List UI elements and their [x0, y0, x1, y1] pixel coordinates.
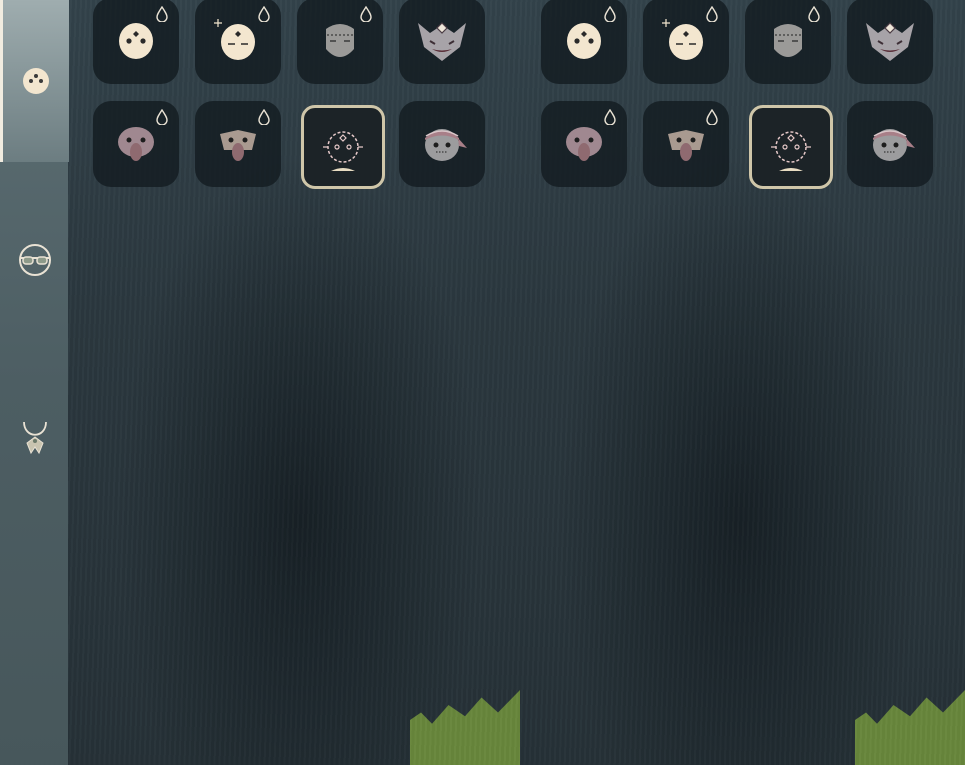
item-slot-selected[interactable]	[301, 105, 385, 189]
droplet-icon	[155, 5, 169, 23]
item-slot[interactable]	[93, 0, 179, 84]
droplet-icon	[257, 5, 271, 23]
tab-necklace[interactable]	[2, 358, 68, 520]
mask-horned-demon-icon	[866, 22, 914, 61]
glasses-icon	[19, 244, 51, 276]
item-slot[interactable]	[399, 101, 485, 187]
item-slot[interactable]	[399, 0, 485, 84]
item-slot[interactable]	[541, 101, 627, 187]
item-slot[interactable]	[745, 0, 831, 84]
mask-horned-demon-icon	[418, 22, 466, 61]
mask-empty-slot-icon	[323, 131, 363, 171]
droplet-icon	[257, 108, 271, 126]
item-grid-panel-right	[518, 0, 965, 765]
droplet-icon	[155, 108, 169, 126]
item-slot[interactable]	[643, 101, 729, 187]
droplet-icon	[807, 5, 821, 23]
item-slot[interactable]	[541, 0, 627, 84]
tab-glasses[interactable]	[2, 180, 68, 342]
mask-face-icon	[23, 68, 49, 94]
item-grid-panel-left	[70, 0, 517, 765]
necklace-icon	[23, 421, 47, 455]
droplet-icon	[603, 108, 617, 126]
item-slot[interactable]	[93, 101, 179, 187]
item-slot[interactable]	[195, 0, 281, 84]
mask-bandana-icon	[425, 129, 467, 161]
droplet-icon	[603, 5, 617, 23]
droplet-icon	[359, 5, 373, 23]
item-slot-selected[interactable]	[749, 105, 833, 189]
item-slot[interactable]	[847, 0, 933, 84]
category-sidebar	[0, 0, 69, 765]
mask-bandana-icon	[873, 129, 915, 161]
mask-empty-slot-icon	[771, 131, 811, 171]
item-slot[interactable]	[643, 0, 729, 84]
item-slot[interactable]	[195, 101, 281, 187]
tab-masks[interactable]	[0, 0, 69, 162]
item-slot[interactable]	[297, 0, 383, 84]
droplet-icon	[705, 108, 719, 126]
item-slot[interactable]	[847, 101, 933, 187]
droplet-icon	[705, 5, 719, 23]
